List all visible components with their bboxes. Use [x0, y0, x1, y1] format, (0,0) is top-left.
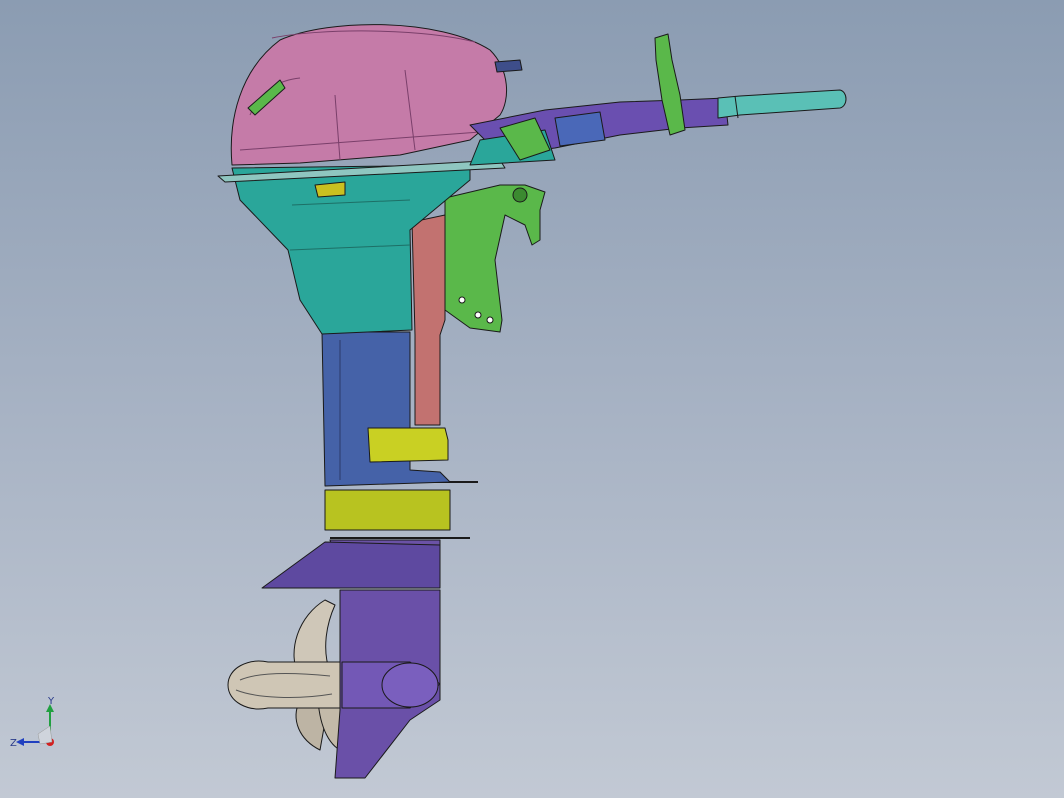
clamp-bracket[interactable]	[444, 184, 546, 333]
y-axis-label: Y	[47, 696, 55, 707]
lower-unit[interactable]	[261, 539, 441, 779]
mount-yellow[interactable]	[324, 489, 451, 531]
outboard-motor-model[interactable]	[0, 0, 1064, 798]
orientation-triad: Y Z	[10, 696, 55, 749]
propeller[interactable]	[227, 599, 346, 753]
graphics-viewport[interactable]: Y Z	[0, 0, 1064, 798]
z-axis-label: Z	[10, 738, 17, 749]
steering-shaft[interactable]	[411, 214, 446, 426]
